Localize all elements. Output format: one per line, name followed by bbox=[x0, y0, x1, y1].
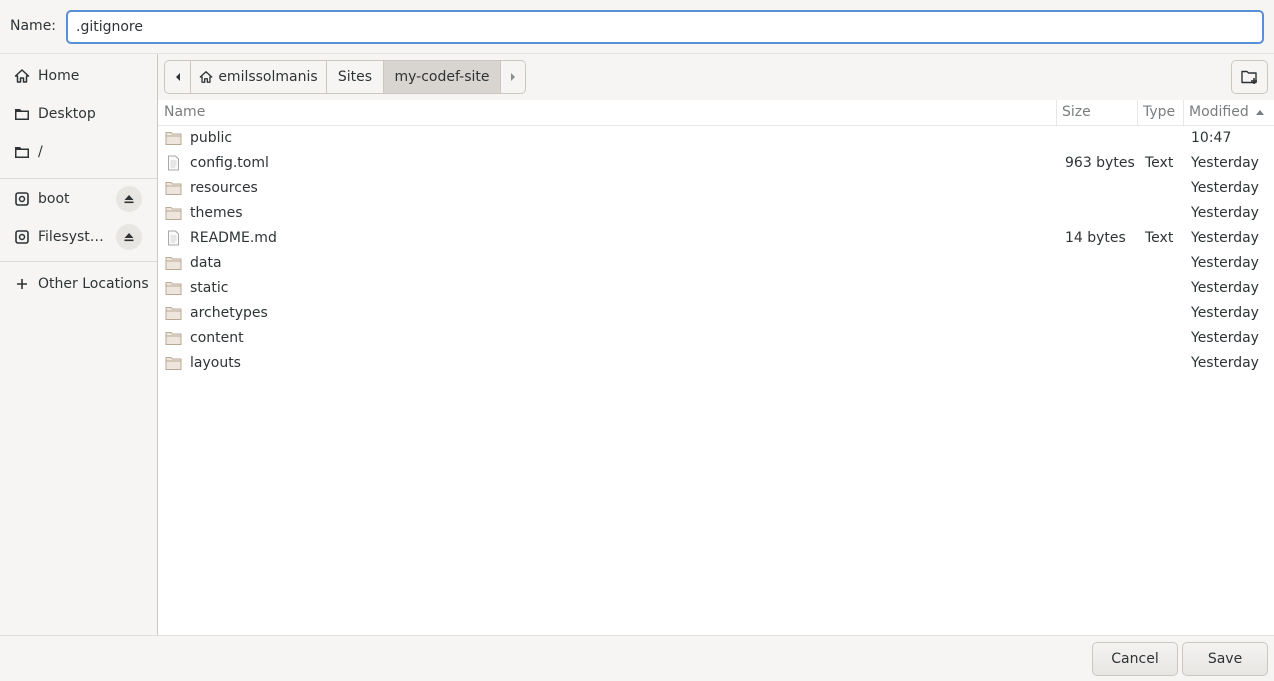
cancel-button[interactable]: Cancel bbox=[1092, 642, 1178, 676]
eject-icon[interactable] bbox=[116, 186, 142, 212]
sidebar-item-boot[interactable]: boot bbox=[0, 181, 157, 217]
file-name: static bbox=[190, 280, 229, 296]
eject-icon[interactable] bbox=[116, 224, 142, 250]
folder-icon bbox=[165, 355, 182, 371]
file-type: Text bbox=[1145, 155, 1174, 171]
path-back-button[interactable] bbox=[165, 61, 191, 93]
sidebar-item-other-locations[interactable]: Other Locations bbox=[0, 266, 157, 302]
column-divider bbox=[1137, 100, 1138, 126]
breadcrumb-current[interactable]: my-codef-site bbox=[384, 61, 501, 93]
column-name[interactable]: Name bbox=[164, 104, 205, 120]
file-name: public bbox=[190, 130, 233, 146]
table-row[interactable]: static Yesterday bbox=[158, 276, 1274, 301]
column-divider bbox=[1056, 100, 1057, 126]
sidebar-item-label: Desktop bbox=[38, 106, 96, 122]
file-name: layouts bbox=[190, 355, 241, 371]
home-icon bbox=[14, 68, 30, 84]
folder-icon bbox=[14, 144, 30, 160]
folder-icon bbox=[165, 280, 182, 296]
sidebar-item-desktop[interactable]: Desktop bbox=[0, 96, 157, 132]
file-modified: Yesterday bbox=[1191, 180, 1259, 196]
table-row[interactable]: resources Yesterday bbox=[158, 176, 1274, 201]
chevron-left-icon bbox=[175, 73, 180, 81]
path-forward-button[interactable] bbox=[501, 61, 525, 93]
file-modified: Yesterday bbox=[1191, 280, 1259, 296]
table-row[interactable]: public 10:47 bbox=[158, 126, 1274, 151]
home-icon bbox=[199, 71, 213, 83]
column-type[interactable]: Type bbox=[1143, 104, 1175, 120]
breadcrumb-home[interactable]: emilssolmanis bbox=[191, 61, 327, 93]
file-modified: Yesterday bbox=[1191, 230, 1259, 246]
sidebar-item-home[interactable]: Home bbox=[0, 58, 157, 94]
file-name: themes bbox=[190, 205, 243, 221]
sidebar-item-label: Filesyst… bbox=[38, 229, 104, 245]
folder-icon bbox=[165, 180, 182, 196]
new-folder-button[interactable] bbox=[1231, 60, 1268, 94]
file-modified: Yesterday bbox=[1191, 355, 1259, 371]
sidebar-item-label: boot bbox=[38, 191, 70, 207]
file-size: 963 bytes bbox=[1065, 155, 1135, 171]
sidebar-separator bbox=[0, 261, 157, 262]
sidebar-item-filesystem[interactable]: Filesyst… bbox=[0, 219, 157, 255]
path-bar: emilssolmanis Sites my-codef-site bbox=[164, 60, 526, 94]
table-row[interactable]: config.toml 963 bytes Text Yesterday bbox=[158, 151, 1274, 176]
folder-icon bbox=[14, 106, 30, 122]
column-divider bbox=[1183, 100, 1184, 126]
breadcrumb-label: Sites bbox=[337, 69, 373, 85]
file-modified: Yesterday bbox=[1191, 305, 1259, 321]
breadcrumb-label: emilssolmanis bbox=[218, 69, 318, 85]
file-name: resources bbox=[190, 180, 258, 196]
text-file-icon bbox=[165, 230, 182, 246]
new-folder-icon bbox=[1240, 70, 1257, 84]
filename-input[interactable] bbox=[66, 10, 1264, 44]
file-name: config.toml bbox=[190, 155, 269, 171]
column-header: Name Size Type Modified bbox=[158, 100, 1274, 126]
file-modified: Yesterday bbox=[1191, 330, 1259, 346]
save-file-dialog: Name: Home Desktop / boot bbox=[0, 0, 1274, 681]
chevron-right-icon bbox=[511, 73, 515, 81]
file-name: archetypes bbox=[190, 305, 268, 321]
sort-ascending-icon bbox=[1256, 110, 1264, 115]
folder-icon bbox=[165, 255, 182, 271]
file-size: 14 bytes bbox=[1065, 230, 1126, 246]
folder-icon bbox=[165, 305, 182, 321]
file-name: README.md bbox=[190, 230, 277, 246]
folder-icon bbox=[165, 330, 182, 346]
table-row[interactable]: README.md 14 bytes Text Yesterday bbox=[158, 226, 1274, 251]
sidebar-item-root[interactable]: / bbox=[0, 134, 157, 170]
table-row[interactable]: layouts Yesterday bbox=[158, 351, 1274, 376]
folder-icon bbox=[165, 130, 182, 146]
file-name: data bbox=[190, 255, 222, 271]
dialog-action-bar: Cancel Save bbox=[0, 635, 1274, 681]
file-list: Name Size Type Modified public 10:47 confi… bbox=[158, 100, 1274, 635]
plus-icon bbox=[14, 276, 30, 292]
save-button[interactable]: Save bbox=[1182, 642, 1268, 676]
file-modified: Yesterday bbox=[1191, 155, 1259, 171]
sidebar-item-label: Other Locations bbox=[38, 276, 149, 292]
file-type: Text bbox=[1145, 230, 1174, 246]
table-row[interactable]: data Yesterday bbox=[158, 251, 1274, 276]
file-modified: Yesterday bbox=[1191, 255, 1259, 271]
file-modified: 10:47 bbox=[1191, 130, 1232, 146]
file-modified: Yesterday bbox=[1191, 205, 1259, 221]
breadcrumb-sites[interactable]: Sites bbox=[327, 61, 384, 93]
drive-icon bbox=[14, 229, 30, 245]
table-row[interactable]: archetypes Yesterday bbox=[158, 301, 1274, 326]
column-modified[interactable]: Modified bbox=[1189, 104, 1249, 120]
breadcrumb-label: my-codef-site bbox=[394, 69, 490, 85]
name-row: Name: bbox=[0, 0, 1274, 54]
drive-icon bbox=[14, 191, 30, 207]
column-size[interactable]: Size bbox=[1062, 104, 1091, 120]
table-row[interactable]: themes Yesterday bbox=[158, 201, 1274, 226]
sidebar-item-label: / bbox=[38, 144, 43, 160]
text-file-icon bbox=[165, 155, 182, 171]
name-label: Name: bbox=[10, 18, 57, 34]
folder-icon bbox=[165, 205, 182, 221]
places-sidebar: Home Desktop / boot Filesyst… Other Loca… bbox=[0, 54, 158, 635]
file-name: content bbox=[190, 330, 244, 346]
table-row[interactable]: content Yesterday bbox=[158, 326, 1274, 351]
sidebar-separator bbox=[0, 178, 157, 179]
sidebar-item-label: Home bbox=[38, 68, 80, 84]
